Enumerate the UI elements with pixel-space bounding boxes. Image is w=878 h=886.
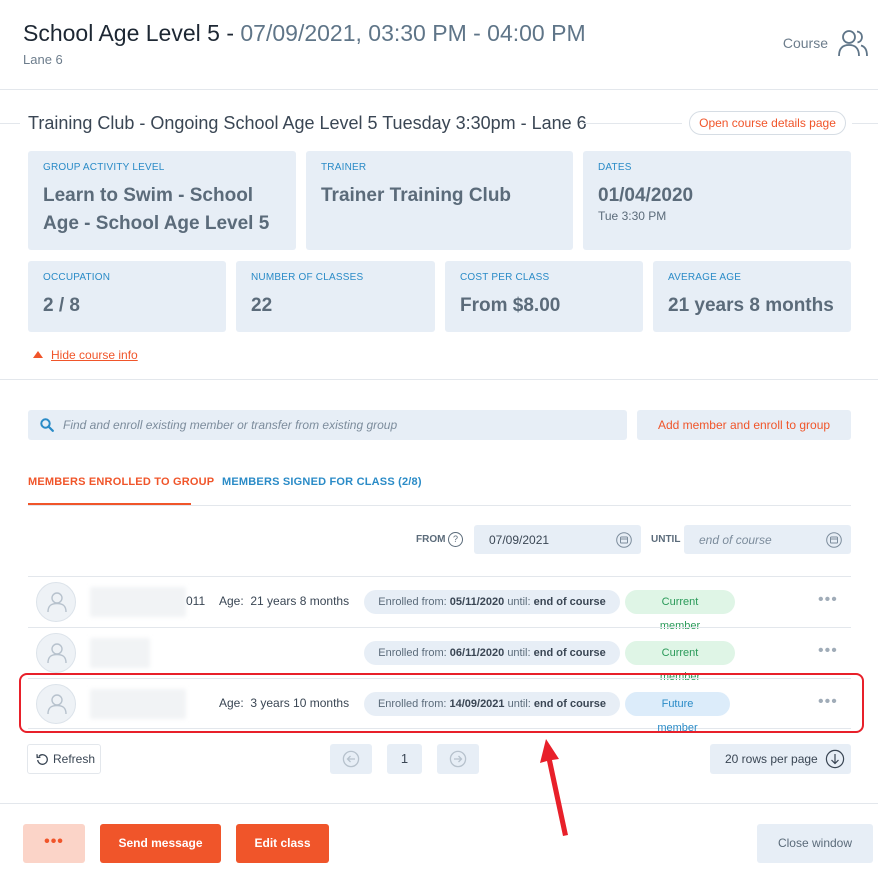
close-window-button[interactable]: Close window (757, 824, 873, 863)
card-label: COST PER CLASS (460, 272, 550, 283)
previous-page-button[interactable] (330, 744, 372, 774)
calendar-icon[interactable] (826, 532, 842, 548)
enrollment-period: Enrolled from: 06/11/2020 until: end of … (364, 641, 620, 665)
rows-per-page-value: 20 rows per page (725, 752, 818, 766)
number-of-classes-card: NUMBER OF CLASSES 22 (236, 261, 435, 332)
footer-divider (0, 803, 878, 804)
page-title: School Age Level 5 - 07/09/2021, 03:30 P… (23, 20, 586, 47)
card-value: Trainer Training Club (321, 185, 512, 206)
course-title-row: Training Club - Ongoing School Age Level… (0, 108, 878, 138)
from-date-value: 07/09/2021 (489, 533, 550, 547)
title-separator: - (219, 20, 241, 46)
card-label: OCCUPATION (43, 272, 111, 283)
edit-class-button[interactable]: Edit class (236, 824, 329, 863)
more-actions-button[interactable]: ••• (23, 824, 85, 863)
enrollment-period: Enrolled from: 05/11/2020 until: end of … (364, 590, 620, 614)
annotation-highlight-box (19, 673, 864, 733)
table-row[interactable]: Enrolled from: 06/11/2020 until: end of … (28, 627, 851, 683)
tabs-divider (28, 505, 851, 506)
member-name-redacted (90, 638, 150, 668)
from-label: FROM (416, 534, 446, 545)
until-date-field[interactable]: end of course (684, 525, 851, 554)
open-course-details-button[interactable]: Open course details page (689, 111, 846, 135)
card-value: 22 (251, 295, 273, 316)
occupation-card: OCCUPATION 2 / 8 (28, 261, 226, 332)
refresh-button[interactable]: Refresh (27, 744, 101, 774)
card-value: Learn to Swim - School Age - School Age … (43, 185, 270, 234)
class-name: School Age Level 5 (23, 20, 220, 46)
dates-card: DATES 01/04/2020 Tue 3:30 PM (583, 151, 851, 250)
card-label: NUMBER OF CLASSES (251, 272, 364, 283)
member-name-tail: 011 (186, 594, 206, 608)
next-page-button[interactable] (437, 744, 479, 774)
calendar-icon[interactable] (616, 532, 632, 548)
dialog-header: School Age Level 5 - 07/09/2021, 03:30 P… (0, 0, 878, 90)
annotation-arrow-icon (540, 739, 568, 836)
card-sub: Tue 3:30 PM (598, 209, 667, 223)
arrow-down-icon (825, 749, 845, 769)
card-label: AVERAGE AGE (668, 272, 742, 283)
course-link[interactable]: Course (783, 35, 828, 51)
help-icon[interactable]: ? (448, 532, 463, 547)
class-datetime: 07/09/2021, 03:30 PM - 04:00 PM (240, 20, 586, 46)
table-row[interactable]: 011 Age: 21 years 8 months Enrolled from… (28, 576, 851, 632)
card-label: TRAINER (321, 162, 367, 173)
title-rule-right (852, 123, 878, 124)
add-member-button[interactable]: Add member and enroll to group (637, 410, 851, 440)
card-value: From $8.00 (460, 295, 561, 316)
triangle-up-icon (33, 351, 43, 358)
cost-per-class-card: COST PER CLASS From $8.00 (445, 261, 643, 332)
rows-per-page-select[interactable]: 20 rows per page (710, 744, 851, 774)
send-message-button[interactable]: Send message (100, 824, 221, 863)
refresh-icon (36, 754, 48, 765)
card-label: DATES (598, 162, 632, 173)
card-value: 01/04/2020 (598, 185, 694, 206)
row-menu-button[interactable]: ••• (818, 591, 838, 609)
avatar (36, 633, 76, 673)
search-icon (40, 418, 54, 432)
trainer-card: TRAINER Trainer Training Club (306, 151, 573, 250)
title-rule-mid (582, 123, 682, 124)
section-divider (0, 379, 878, 380)
card-label: GROUP ACTIVITY LEVEL (43, 162, 165, 173)
member-age: Age: 21 years 8 months (219, 594, 350, 608)
tab-members-signed[interactable]: MEMBERS SIGNED FOR CLASS (2/8) (222, 476, 422, 488)
card-value: 2 / 8 (43, 295, 80, 316)
card-value: 21 years 8 months (668, 295, 834, 316)
people-icon[interactable] (837, 28, 869, 58)
user-icon (47, 592, 67, 613)
lane-subtitle: Lane 6 (23, 52, 63, 67)
tab-members-enrolled[interactable]: MEMBERS ENROLLED TO GROUP (28, 476, 214, 488)
current-page-number[interactable]: 1 (387, 744, 422, 774)
member-name-redacted (90, 587, 186, 617)
until-date-placeholder: end of course (699, 533, 772, 547)
arrow-left-icon (342, 750, 360, 768)
average-age-card: AVERAGE AGE 21 years 8 months (653, 261, 851, 332)
hide-course-info-link[interactable]: Hide course info (33, 348, 138, 362)
course-title: Training Club - Ongoing School Age Level… (28, 113, 587, 133)
arrow-right-icon (449, 750, 467, 768)
until-label: UNTIL (651, 534, 681, 545)
user-icon (47, 643, 67, 664)
search-input[interactable] (63, 410, 613, 440)
group-activity-level-card: GROUP ACTIVITY LEVEL Learn to Swim - Sch… (28, 151, 296, 250)
avatar (36, 582, 76, 622)
status-badge: Current member (625, 590, 735, 632)
refresh-label: Refresh (53, 752, 96, 766)
member-search-box[interactable] (28, 410, 627, 440)
status-badge: Current member (625, 641, 735, 683)
title-rule-left (0, 123, 20, 124)
from-date-field[interactable]: 07/09/2021 (474, 525, 641, 554)
row-menu-button[interactable]: ••• (818, 642, 838, 660)
hide-course-info-label: Hide course info (51, 348, 138, 362)
